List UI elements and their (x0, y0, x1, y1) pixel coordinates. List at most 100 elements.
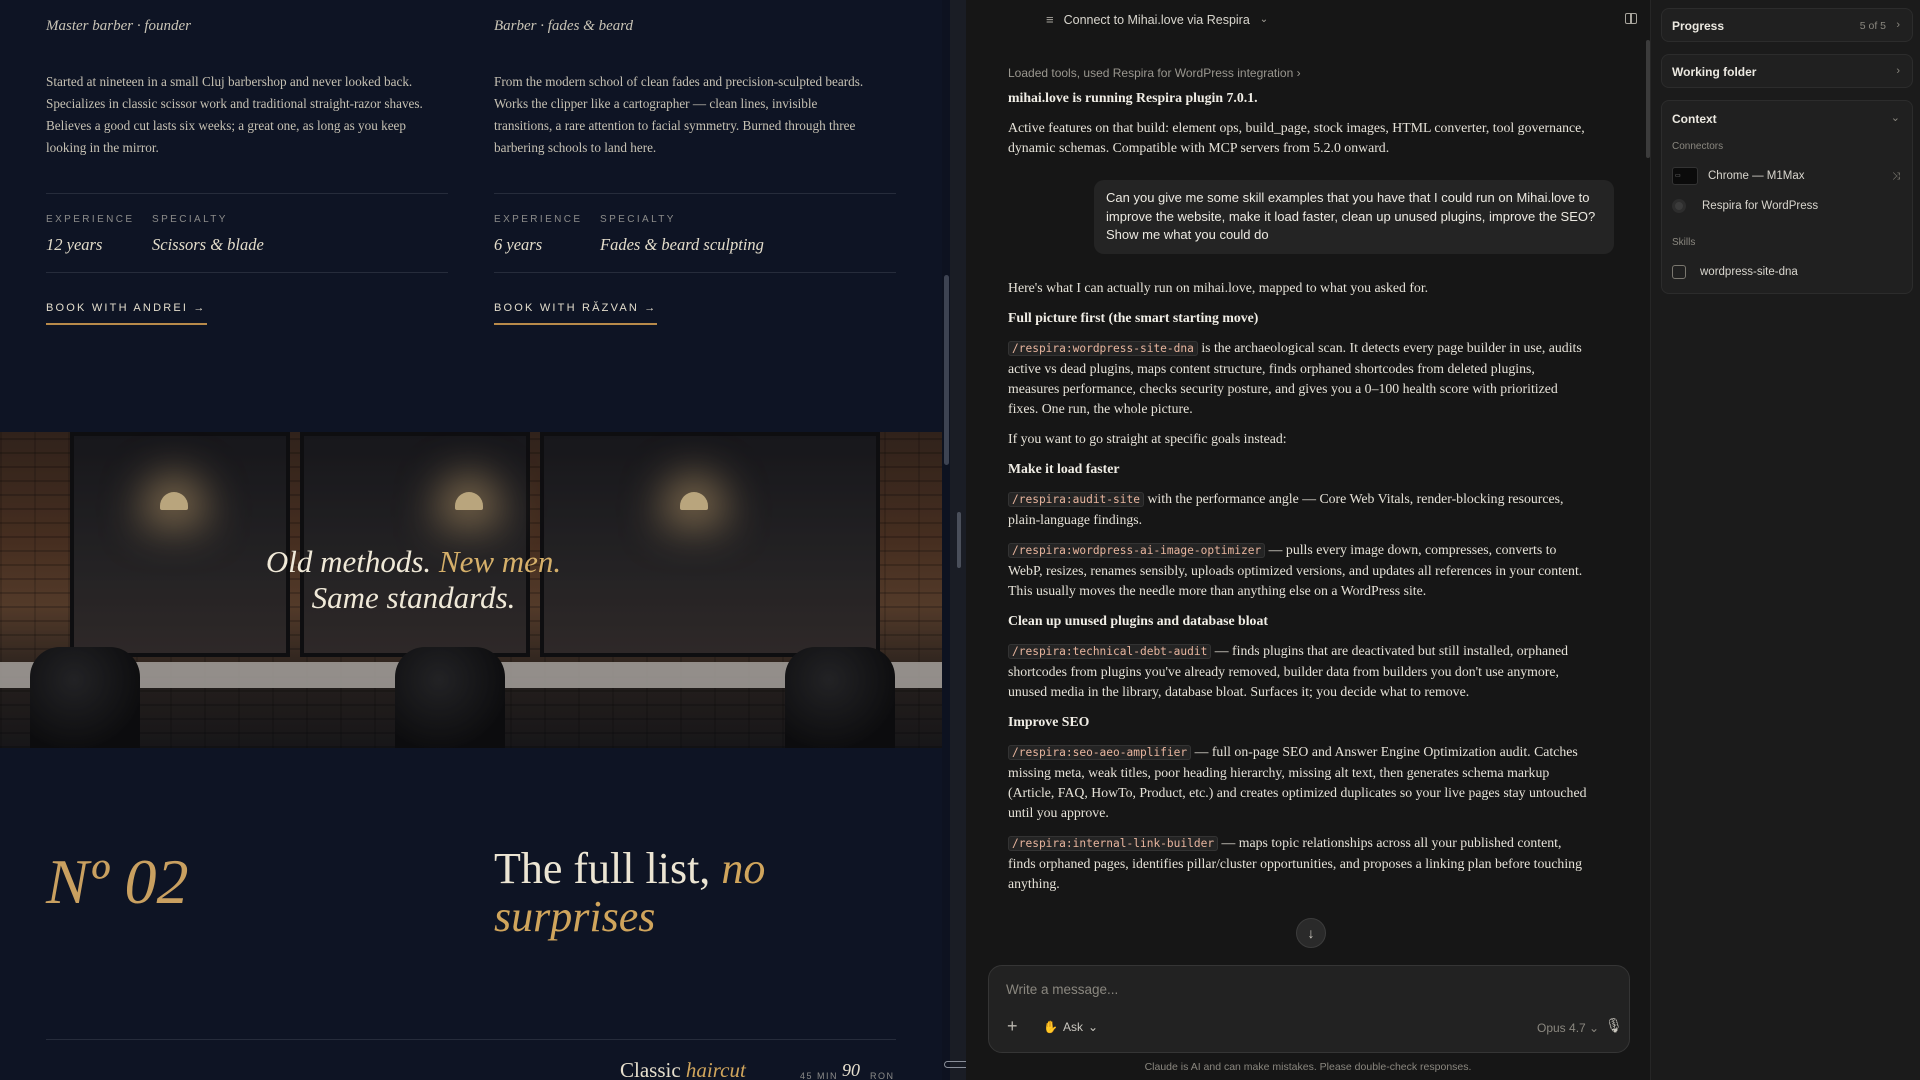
section-number: Nº 02 (46, 846, 189, 917)
connector-name: Respira for WordPress (1702, 200, 1819, 212)
chevron-down-icon: ⌄ (1087, 1020, 1099, 1034)
progress-card[interactable]: Progress 5 of 5 › (1661, 8, 1913, 42)
connector-chrome[interactable]: ▭ Chrome — M1Max (1672, 167, 1805, 185)
tagline-part: Same standards. (311, 580, 516, 615)
barber-role: Master barber · founder (46, 18, 191, 34)
command-code: /respira:seo-aeo-amplifier (1008, 744, 1192, 760)
context-sidebar: Progress 5 of 5 › Working folder › Conte… (1650, 0, 1920, 1080)
barbershop-banner-image: Old methods. New men. Same standards. (0, 432, 942, 748)
assistant-heading: Improve SEO (1008, 713, 1090, 729)
chevron-right-icon: › (1896, 19, 1900, 31)
sidebar-toggle-icon[interactable] (1625, 13, 1637, 24)
skill-item[interactable]: wordpress-site-dna (1672, 265, 1798, 279)
barber-bio: Started at nineteen in a small Cluj barb… (46, 74, 423, 155)
message-input[interactable]: Write a message... (1006, 982, 1118, 997)
shuffle-icon[interactable]: ⤨ (1892, 171, 1900, 182)
stat-label: EXPERIENCE (494, 214, 583, 225)
progress-title: Progress (1672, 19, 1725, 33)
scroll-down-arrow-icon[interactable]: ↓ (1296, 918, 1326, 948)
command-code: /respira:internal-link-builder (1008, 835, 1219, 851)
divider (46, 1039, 896, 1040)
chevron-down-icon: ⌄ (1589, 1021, 1600, 1035)
section-title: The full list, no surprises (494, 845, 914, 941)
browser-thumbnail-icon: ▭ (1672, 167, 1698, 185)
assistant-paragraph: If you want to go straight at specific g… (1008, 430, 1287, 446)
microphone-icon[interactable]: 🎙 (1605, 1017, 1623, 1034)
divider (46, 272, 448, 273)
stat-label: EXPERIENCE (46, 214, 135, 225)
assistant-heading: Make it load faster (1008, 460, 1120, 476)
chevron-down-icon[interactable]: ⌄ (1260, 14, 1268, 25)
connector-dot-icon (1672, 199, 1686, 213)
mode-label: Ask (1062, 1020, 1083, 1034)
book-razvan-link[interactable]: BOOK WITH RĂZVAN → (494, 302, 658, 325)
assistant-paragraph: Active features on that build: element o… (1008, 120, 1585, 155)
experience-stat: EXPERIENCE 12 years (46, 214, 134, 255)
service-duration: 45 MIN (800, 1071, 839, 1080)
divider (46, 193, 448, 194)
pane-divider[interactable] (950, 0, 966, 1080)
barber-bio: From the modern school of clean fades an… (494, 74, 864, 155)
stat-value: 6 years (494, 235, 543, 254)
stat-label: SPECIALTY (152, 214, 228, 225)
connector-respira[interactable]: Respira for WordPress (1672, 199, 1818, 213)
hand-icon: ✋ (1043, 1020, 1058, 1034)
connector-name: Chrome — M1Max (1708, 170, 1805, 182)
specialty-stat: SPECIALTY Scissors & blade (152, 214, 264, 255)
book-andrei-link[interactable]: BOOK WITH ANDREI → (46, 302, 207, 325)
command-code: /respira:wordpress-ai-image-optimizer (1008, 542, 1266, 558)
assistant-heading: Clean up unused plugins and database blo… (1008, 612, 1268, 628)
progress-count: 5 of 5 (1859, 20, 1886, 32)
command-code: /respira:wordpress-site-dna (1008, 340, 1198, 356)
connectors-label: Connectors (1672, 141, 1724, 152)
service-name-accent: haircut (685, 1058, 746, 1080)
add-attachment-icon[interactable]: + (1007, 1016, 1018, 1037)
context-title: Context (1672, 112, 1717, 126)
resize-handle[interactable] (957, 512, 961, 568)
assistant-paragraph: /respira:technical-debt-audit — finds pl… (1008, 641, 1588, 702)
command-code: /respira:audit-site (1008, 491, 1144, 507)
divider (494, 272, 896, 273)
skill-name: wordpress-site-dna (1700, 266, 1798, 278)
service-name: Classic haircut (620, 1058, 746, 1080)
service-currency: RON (870, 1071, 895, 1080)
website-preview: Master barber · founder Started at ninet… (0, 0, 942, 1080)
skills-label: Skills (1672, 237, 1696, 248)
disclaimer: Claude is AI and can make mistakes. Plea… (1144, 1061, 1472, 1073)
banner-tagline: Old methods. New men. Same standards. (0, 544, 942, 616)
conversation-title[interactable]: ≡ Connect to Mihai.love via Respira ⌄ (1046, 12, 1268, 27)
assistant-heading: Full picture first (the smart starting m… (1008, 309, 1259, 325)
assistant-paragraph: /respira:audit-site with the performance… (1008, 489, 1588, 530)
user-message: Can you give me some skill examples that… (1094, 180, 1614, 254)
stat-value: Scissors & blade (152, 235, 264, 254)
message-list: Loaded tools, used Respira for WordPress… (1008, 66, 1614, 904)
model-selector[interactable]: Opus 4.7 ⌄ (1537, 1021, 1599, 1035)
assistant-paragraph: /respira:internal-link-builder — maps to… (1008, 833, 1588, 894)
stat-label: SPECIALTY (600, 214, 676, 225)
working-folder-card[interactable]: Working folder › (1661, 54, 1913, 88)
experience-stat: EXPERIENCE 6 years (494, 214, 582, 255)
skill-file-icon (1672, 265, 1686, 279)
assistant-paragraph: Here's what I can actually run on mihai.… (1008, 279, 1429, 295)
intro-text: mihai.love is running Respira plugin 7.0… (1008, 90, 1258, 105)
menu-lines-icon[interactable]: ≡ (1046, 12, 1054, 27)
tagline-accent: New men. (438, 544, 562, 579)
specialty-stat: SPECIALTY Fades & beard sculpting (600, 214, 764, 255)
model-label: Opus 4.7 (1537, 1021, 1586, 1035)
barber-role: Barber · fades & beard (494, 18, 634, 34)
assistant-paragraph: /respira:wordpress-ai-image-optimizer — … (1008, 540, 1588, 601)
stat-value: Fades & beard sculpting (600, 235, 764, 254)
tool-use-summary[interactable]: Loaded tools, used Respira for WordPress… (1008, 66, 1588, 80)
chat-panel: ≡ Connect to Mihai.love via Respira ⌄ Lo… (966, 0, 1650, 1080)
assistant-paragraph: /respira:wordpress-site-dna is the archa… (1008, 338, 1588, 419)
chevron-right-icon: › (1296, 66, 1301, 80)
context-card: Context ⌄ Connectors ▭ Chrome — M1Max ⤨ … (1661, 100, 1913, 294)
working-folder-title: Working folder (1672, 65, 1757, 79)
mode-selector[interactable]: ✋ Ask ⌄ (1043, 1020, 1098, 1034)
conversation-title-text: Connect to Mihai.love via Respira (1063, 12, 1250, 27)
chevron-down-icon[interactable]: ⌄ (1891, 111, 1900, 124)
site-scrollbar[interactable] (944, 275, 949, 465)
stat-value: 12 years (46, 235, 103, 254)
divider (494, 193, 896, 194)
chevron-right-icon: › (1896, 65, 1900, 77)
